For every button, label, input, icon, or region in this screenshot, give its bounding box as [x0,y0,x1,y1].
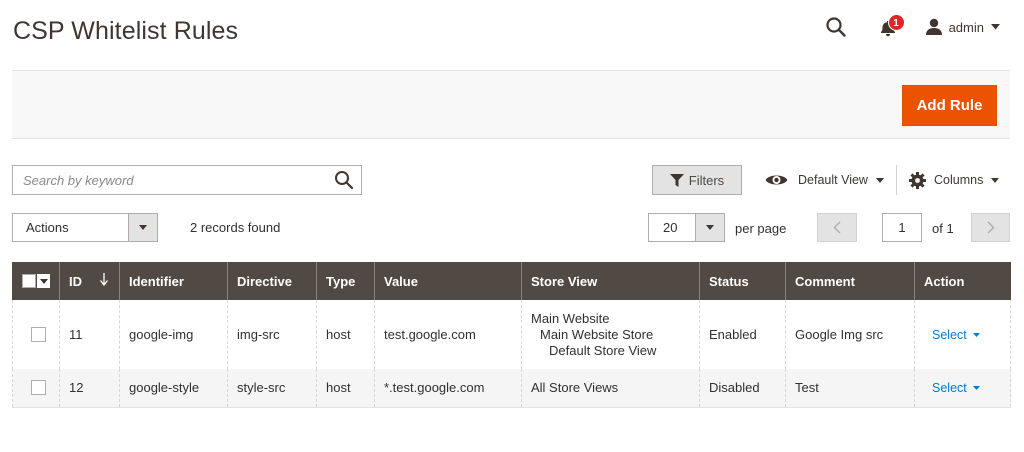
column-header-id[interactable]: ID [59,262,120,300]
per-page-dropdown[interactable]: 20 [648,213,725,242]
csp-rules-grid: ID Identifier Directive Type Value Store… [12,262,1011,408]
global-search-icon[interactable] [825,16,847,38]
filters-button[interactable]: Filters [652,165,742,195]
chevron-left-icon [833,221,841,234]
search-submit-button[interactable] [327,166,361,194]
chevron-down-icon [991,177,1000,183]
previous-page-button[interactable] [817,213,857,242]
page-actions-bar: Add Rule [12,70,1010,139]
cell-value: test.google.com [374,300,522,369]
user-name: admin [948,19,984,35]
chevron-right-icon [987,221,994,234]
current-page-input[interactable] [882,213,922,242]
chevron-down-icon [706,225,714,230]
view-selector[interactable]: Default View [765,165,884,195]
cell-action: Select [914,369,1011,408]
per-page-label: per page [735,221,787,236]
total-pages-label: of 1 [932,221,954,236]
add-rule-button[interactable]: Add Rule [902,85,997,126]
table-row[interactable]: 12 google-style style-src host *.test.go… [12,369,1011,408]
cell-comment: Test [785,369,915,408]
records-found-count: 2 records found [190,220,281,235]
columns-selector[interactable]: Columns [909,165,1000,195]
cell-store-view: Main Website Main Website Store Default … [521,300,700,369]
header-actions: 1 admin [825,14,1000,40]
chevron-down-icon [875,177,884,183]
cell-store-view: All Store Views [521,369,700,408]
store-view-store: Main Website Store [540,326,654,342]
table-row[interactable]: 11 google-img img-src host test.google.c… [12,300,1011,369]
table-header-row: ID Identifier Directive Type Value Store… [12,262,1011,300]
eye-icon [765,175,788,185]
cell-status: Disabled [699,369,786,408]
chevron-down-icon [991,24,1000,30]
cell-directive: img-src [227,300,317,369]
toolbar-divider [896,165,897,195]
cell-id: 12 [59,369,120,408]
column-header-action: Action [914,262,1011,300]
mass-actions-dropdown[interactable]: Actions [12,213,158,242]
store-view-website: Main Website [531,310,610,326]
cell-identifier: google-img [119,300,228,369]
row-select-cell [12,300,60,369]
notification-count-badge: 1 [887,14,905,31]
column-header-identifier[interactable]: Identifier [119,262,228,300]
cell-value: *.test.google.com [374,369,522,408]
cell-identifier: google-style [119,369,228,408]
store-view-all: All Store Views [531,379,619,395]
column-header-directive[interactable]: Directive [227,262,317,300]
column-header-comment[interactable]: Comment [785,262,915,300]
cell-action: Select [914,300,1011,369]
chevron-down-icon [972,386,980,391]
store-view-view: Default Store View [549,342,657,358]
chevron-down-icon [39,278,48,284]
column-header-store-view[interactable]: Store View [521,262,700,300]
search-icon [335,171,354,190]
search-input[interactable] [13,166,327,194]
notifications-button[interactable]: 1 [877,14,905,39]
mass-actions-toggle[interactable] [128,214,157,241]
sort-arrow-down-icon [100,273,108,286]
cell-comment: Google Img src [785,300,915,369]
row-action-select[interactable]: Select [932,328,980,342]
columns-label: Columns [934,173,984,187]
cell-type: host [316,300,375,369]
chevron-down-icon [972,333,980,337]
filters-label: Filters [688,172,725,188]
chevron-down-icon [139,225,147,230]
column-header-type[interactable]: Type [316,262,375,300]
user-icon [925,18,942,35]
user-account-menu[interactable]: admin [925,18,1000,36]
mass-select-checkbox[interactable] [22,274,50,288]
funnel-icon [669,173,684,187]
gear-icon [909,171,926,189]
row-checkbox[interactable] [31,380,46,396]
next-page-button[interactable] [971,213,1010,242]
per-page-value: 20 [663,220,678,235]
cell-directive: style-src [227,369,317,408]
column-header-value[interactable]: Value [374,262,522,300]
row-select-cell [12,369,60,408]
per-page-toggle[interactable] [695,214,724,241]
view-label: Default View [798,173,868,187]
column-header-status[interactable]: Status [699,262,786,300]
mass-actions-label: Actions [26,220,69,235]
row-checkbox[interactable] [31,327,46,342]
row-action-select[interactable]: Select [932,381,980,395]
cell-status: Enabled [699,300,786,369]
mass-select-header [12,262,60,300]
cell-type: host [316,369,375,408]
cell-id: 11 [59,300,120,369]
page-title: CSP Whitelist Rules [13,17,239,45]
keyword-search [12,165,362,195]
